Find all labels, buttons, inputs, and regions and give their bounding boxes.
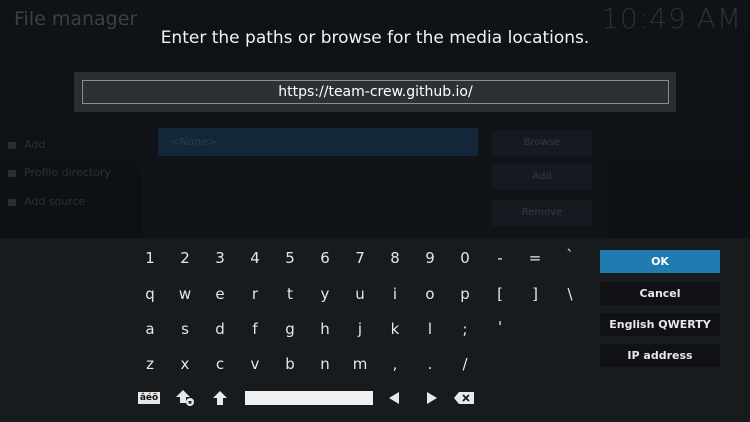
- key-bracket-left[interactable]: [: [485, 285, 515, 303]
- key-period[interactable]: .: [415, 355, 445, 373]
- shift-icon: [213, 391, 227, 405]
- accents-label: âéö: [137, 392, 161, 404]
- key-z[interactable]: z: [135, 355, 165, 373]
- background-browse-button: Browse: [492, 130, 592, 156]
- key-w[interactable]: w: [170, 285, 200, 303]
- key-u[interactable]: u: [345, 285, 375, 303]
- key-4[interactable]: 4: [240, 249, 270, 267]
- cursor-left-key[interactable]: [386, 389, 402, 407]
- key-backtick[interactable]: `: [555, 247, 585, 265]
- key-d[interactable]: d: [205, 320, 235, 338]
- shift-key[interactable]: [211, 389, 229, 407]
- shift-lock-icon: [176, 390, 194, 406]
- key-bracket-right[interactable]: ]: [520, 285, 550, 303]
- keyboard-layout-button[interactable]: English QWERTY: [600, 313, 720, 336]
- key-minus[interactable]: -: [485, 249, 515, 267]
- sidebar-item-profile-directory: Profile directory: [8, 166, 111, 179]
- space-bar[interactable]: [245, 391, 373, 405]
- key-equals[interactable]: =: [520, 249, 550, 267]
- key-h[interactable]: h: [310, 320, 340, 338]
- path-input[interactable]: https://team-crew.github.io/: [82, 80, 669, 104]
- key-5[interactable]: 5: [275, 249, 305, 267]
- key-0[interactable]: 0: [450, 249, 480, 267]
- key-o[interactable]: o: [415, 285, 445, 303]
- key-2[interactable]: 2: [170, 249, 200, 267]
- key-k[interactable]: k: [380, 320, 410, 338]
- key-1[interactable]: 1: [135, 249, 165, 267]
- key-n[interactable]: n: [310, 355, 340, 373]
- key-7[interactable]: 7: [345, 249, 375, 267]
- key-semicolon[interactable]: ;: [450, 320, 480, 338]
- key-x[interactable]: x: [170, 355, 200, 373]
- key-a[interactable]: a: [135, 320, 165, 338]
- key-comma[interactable]: ,: [380, 355, 410, 373]
- background-add-button: Add: [492, 164, 592, 190]
- accents-key[interactable]: âéö: [137, 389, 161, 407]
- backspace-icon: [454, 392, 474, 404]
- key-e[interactable]: e: [205, 285, 235, 303]
- cancel-button[interactable]: Cancel: [600, 282, 720, 305]
- cursor-right-key[interactable]: [424, 389, 440, 407]
- key-t[interactable]: t: [275, 285, 305, 303]
- key-f[interactable]: f: [240, 320, 270, 338]
- key-slash[interactable]: /: [450, 355, 480, 373]
- key-g[interactable]: g: [275, 320, 305, 338]
- dialog-prompt: Enter the paths or browse for the media …: [160, 28, 590, 48]
- backspace-key[interactable]: [452, 389, 476, 407]
- key-q[interactable]: q: [135, 285, 165, 303]
- key-l[interactable]: l: [415, 320, 445, 338]
- key-c[interactable]: c: [205, 355, 235, 373]
- background-path-placeholder: <None>: [170, 135, 218, 148]
- key-p[interactable]: p: [450, 285, 480, 303]
- key-6[interactable]: 6: [310, 249, 340, 267]
- key-apostrophe[interactable]: ': [485, 318, 515, 336]
- key-m[interactable]: m: [345, 355, 375, 373]
- key-b[interactable]: b: [275, 355, 305, 373]
- key-8[interactable]: 8: [380, 249, 410, 267]
- arrow-right-icon: [427, 392, 437, 404]
- key-r[interactable]: r: [240, 285, 270, 303]
- key-s[interactable]: s: [170, 320, 200, 338]
- sidebar-item-add-source: Add source: [8, 195, 85, 208]
- shift-lock-key[interactable]: [175, 389, 195, 407]
- sidebar-item-add: Add: [8, 138, 45, 151]
- key-9[interactable]: 9: [415, 249, 445, 267]
- app-title: File manager: [14, 8, 138, 30]
- key-i[interactable]: i: [380, 285, 410, 303]
- key-y[interactable]: y: [310, 285, 340, 303]
- key-j[interactable]: j: [345, 320, 375, 338]
- key-backslash[interactable]: \: [555, 285, 585, 303]
- ok-button[interactable]: OK: [600, 250, 720, 273]
- key-v[interactable]: v: [240, 355, 270, 373]
- ip-address-button[interactable]: IP address: [600, 344, 720, 367]
- background-remove-button: Remove: [492, 200, 592, 226]
- arrow-left-icon: [389, 392, 399, 404]
- key-3[interactable]: 3: [205, 249, 235, 267]
